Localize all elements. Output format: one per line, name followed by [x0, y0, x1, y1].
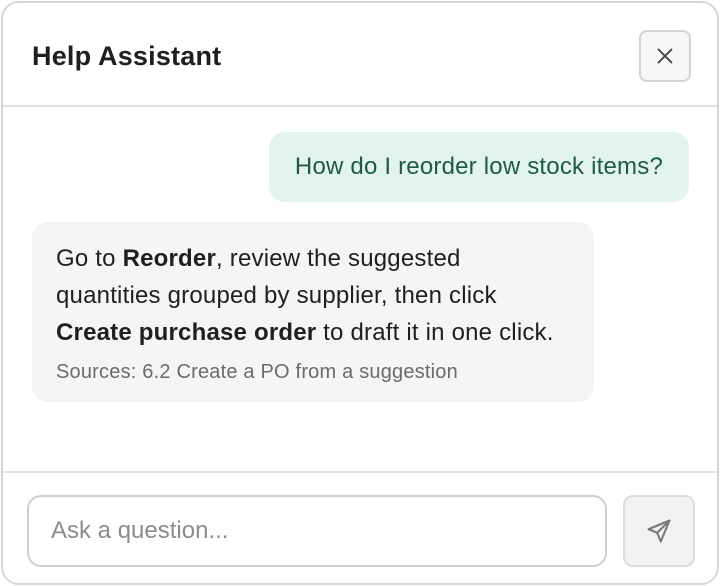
answer-text: Go to	[56, 245, 123, 272]
question-input[interactable]	[27, 495, 607, 567]
answer-bold-reorder: Reorder	[122, 245, 217, 272]
send-icon	[647, 519, 671, 543]
user-message-text: How do I reorder low stock items?	[294, 153, 663, 180]
panel-title: Help Assistant	[32, 41, 222, 71]
composer	[3, 471, 717, 583]
send-button[interactable]	[623, 495, 695, 567]
assistant-message: Go to Reorder, review the suggested quan…	[32, 222, 594, 402]
user-message: How do I reorder low stock items?	[268, 132, 689, 202]
answer-text: to draft it in one click.	[316, 319, 554, 346]
answer-sources: Sources: 6.2 Create a PO from a suggesti…	[56, 361, 458, 383]
answer-bold-create-po: Create purchase order	[56, 319, 317, 346]
close-icon	[657, 48, 673, 64]
message-list: How do I reorder low stock items? Go to …	[3, 109, 717, 471]
help-assistant-panel: Help Assistant How do I reorder low stoc…	[1, 1, 719, 585]
panel-header: Help Assistant	[3, 3, 717, 107]
close-button[interactable]	[639, 30, 691, 82]
assistant-answer: Go to Reorder, review the suggested quan…	[56, 240, 570, 351]
